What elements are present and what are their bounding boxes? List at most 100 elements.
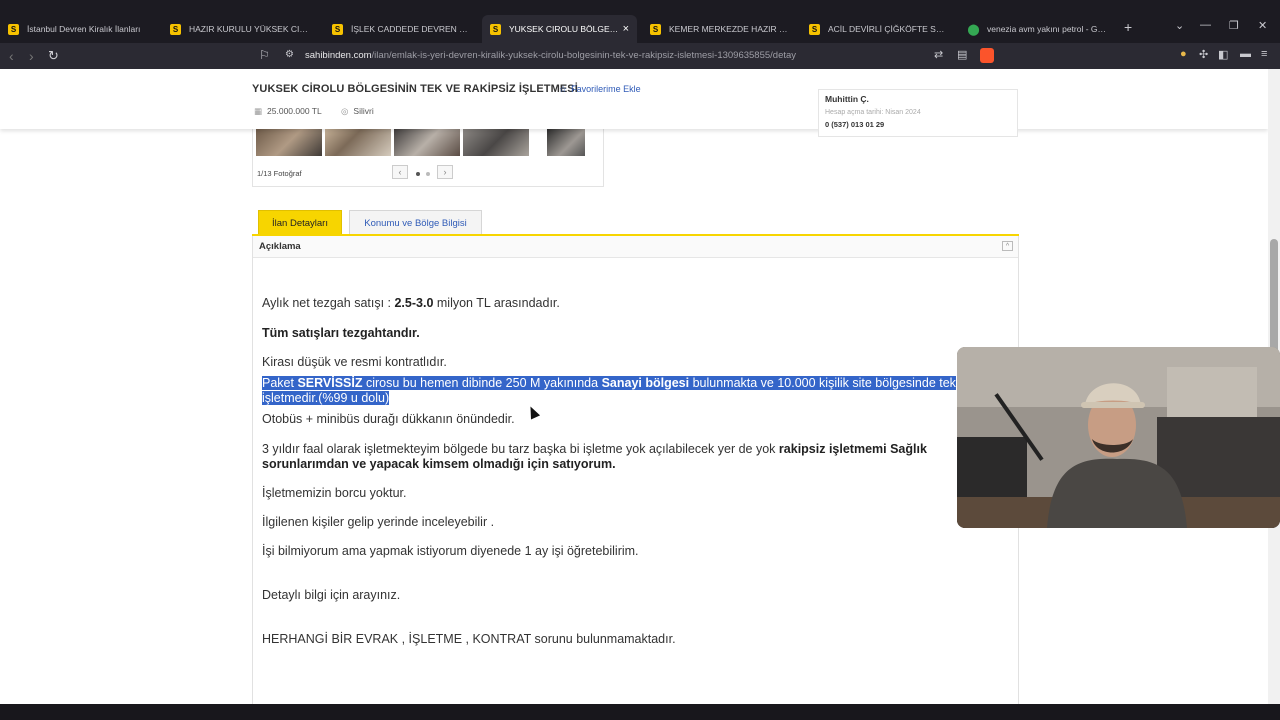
sahibinden-favicon-icon: S: [8, 23, 19, 35]
description-line: İlgilenen kişiler gelip yerinde inceleye…: [262, 515, 494, 529]
description-line: 3 yıldır faal olarak işletmekteyim bölge…: [262, 442, 927, 456]
description-title: Açıklama: [259, 241, 301, 252]
tab-title: İstanbul Devren Kiralık İlanları: [27, 24, 141, 34]
tab-title: HAZIR KURULU YÜKSEK CIROLU DÖNER: [189, 24, 309, 34]
browser-tab[interactable]: ⬤ venezia avm yakını petrol - Google M: [960, 15, 1115, 43]
webcam-overlay: [957, 347, 1280, 528]
sahibinden-favicon-icon: S: [490, 23, 501, 35]
text: İşi bilmiyorum ama yapmak istiyorum diye…: [262, 544, 639, 558]
description-line: Otobüs + minibüs durağı dükkanın önünded…: [262, 412, 515, 426]
sahibinden-favicon-icon: S: [170, 23, 181, 35]
description-header: Açıklama ^: [253, 236, 1018, 258]
translate-icon[interactable]: ⇄: [934, 48, 943, 61]
gallery-prev-button[interactable]: ‹: [392, 165, 408, 179]
text: Paket: [262, 376, 298, 390]
tab-listing-details[interactable]: İlan Detayları: [258, 210, 342, 235]
url-domain: sahibinden.com: [305, 50, 372, 61]
description-line: Detaylı bilgi için arayınız.: [262, 588, 400, 602]
price-value: 25.000.000 TL: [267, 106, 322, 116]
gallery-thumbnail[interactable]: [463, 128, 529, 156]
description-line: Kirası düşük ve resmi kontratlıdır.: [262, 355, 447, 369]
sidebar-icon[interactable]: ◧: [1218, 48, 1228, 61]
collapse-icon[interactable]: ^: [1002, 241, 1013, 251]
url-path: /ilan/emlak-is-yeri-devren-kiralik-yukse…: [371, 50, 797, 61]
browser-tab[interactable]: S HAZIR KURULU YÜKSEK CIROLU DÖNER: [162, 15, 317, 43]
tab-title: YUKSEK CIROLU BÖLGESININ TEK VE: [509, 24, 619, 34]
tab-location-info[interactable]: Konumu ve Bölge Bilgisi: [349, 210, 482, 235]
star-icon: ☆: [559, 84, 568, 94]
photo-gallery: 1/13 Fotoğraf ‹ ›: [252, 119, 604, 187]
text: Detaylı bilgi için arayınız.: [262, 588, 401, 602]
close-window-icon[interactable]: ✕: [1258, 19, 1267, 32]
selected-text: işletmedir.(%99 u dolu): [262, 391, 390, 405]
tab-title: ACİL DEVİRLİ ÇİĞKÖFTE SALONU - D: [828, 24, 948, 34]
vpn-icon[interactable]: ▬: [1240, 48, 1251, 60]
bottom-strip: [0, 704, 1280, 720]
gallery-thumbnail[interactable]: [547, 128, 585, 156]
bookmark-icon[interactable]: ⚐: [259, 48, 270, 62]
new-tab-icon[interactable]: +: [1124, 19, 1132, 35]
sahibinden-favicon-icon: S: [650, 23, 661, 35]
text: Aylık net tezgah satışı :: [262, 296, 395, 310]
url-field[interactable]: sahibinden.com/ilan/emlak-is-yeri-devren…: [305, 50, 796, 61]
description-line: sorunlarımdan ve yapacak kimsem olmadığı…: [262, 457, 616, 471]
gallery-thumbnail[interactable]: [256, 128, 322, 156]
tab-close-icon[interactable]: ×: [623, 23, 629, 35]
text: 3 yıldır faal olarak işletmekteyim bölge…: [262, 442, 779, 456]
description-line: Tüm satışları tezgahtandır.: [262, 326, 420, 340]
location-value: Silivri: [353, 106, 374, 116]
text: milyon TL arasındadır.: [433, 296, 560, 310]
wallet-icon[interactable]: ●: [1180, 48, 1187, 60]
text-bold: rakipsiz işletmemi Sağlık: [778, 442, 927, 456]
browser-tab[interactable]: S KEMER MERKEZDE HAZIR KURULU CAFE: [642, 15, 797, 43]
tab-list-icon[interactable]: ⌄: [1175, 19, 1184, 32]
minimize-icon[interactable]: —: [1200, 19, 1211, 31]
site-info-icon[interactable]: ⚙: [285, 49, 294, 60]
add-favorite-label: Favorilerime Ekle: [571, 84, 641, 94]
seller-name[interactable]: Muhittin Ç.: [825, 94, 1011, 104]
add-favorite-link[interactable]: ☆ Favorilerime Ekle: [559, 84, 641, 95]
browser-tab[interactable]: S İŞLEK CADDEDE DEVREN KİRALIK KAFE: [324, 15, 479, 43]
text: cirosu bu hemen dibinde 250 M yakınında: [362, 376, 602, 390]
text-bold: SERVİSSİZ: [297, 376, 363, 390]
gallery-dot[interactable]: [416, 172, 420, 176]
text: Kirası düşük ve resmi kontratlıdır.: [262, 355, 447, 369]
text: bulunmakta ve 10.000 kişilik site bölges…: [689, 376, 956, 390]
gallery-dot[interactable]: [426, 172, 430, 176]
listing-sticky-header: YUKSEK CİROLU BÖLGESİNİN TEK VE RAKİPSİZ…: [0, 69, 1268, 129]
text: Otobüs + minibüs durağı dükkanın önünded…: [262, 412, 515, 426]
text: HERHANGİ BİR EVRAK , İŞLETME , KONTRAT s…: [262, 632, 676, 646]
brave-shields-icon[interactable]: [980, 48, 994, 63]
maximize-icon[interactable]: ❐: [1229, 19, 1239, 32]
gallery-thumbnail[interactable]: [325, 128, 391, 156]
description-line: Aylık net tezgah satışı : 2.5-3.0 milyon…: [262, 296, 560, 310]
browser-tab[interactable]: S ACİL DEVİRLİ ÇİĞKÖFTE SALONU - D: [801, 15, 956, 43]
reader-mode-icon[interactable]: ▤: [957, 48, 967, 61]
text-bold: 2.5-3.0: [394, 296, 434, 310]
listing-price: ▦ 25.000.000 TL: [254, 106, 322, 117]
text: İşletmemizin borcu yoktur.: [262, 486, 407, 500]
description-line: İşi bilmiyorum ama yapmak istiyorum diye…: [262, 544, 639, 558]
sahibinden-favicon-icon: S: [332, 23, 343, 35]
listing-title: YUKSEK CİROLU BÖLGESİNİN TEK VE RAKİPSİZ…: [252, 83, 578, 95]
reload-icon[interactable]: ↻: [48, 48, 59, 64]
text-bold: sorunlarımdan ve yapacak kimsem olmadığı…: [262, 457, 616, 471]
price-tag-icon: ▦: [254, 106, 263, 116]
seller-card: Muhittin Ç. Hesap açma tarihi: Nisan 202…: [818, 89, 1018, 137]
photo-count: 1/13 Fotoğraf: [257, 169, 302, 178]
forward-icon[interactable]: ›: [29, 48, 34, 64]
extensions-icon[interactable]: ✣: [1199, 48, 1208, 61]
description-line-selected: Paket SERVİSSİZ cirosu bu hemen dibinde …: [262, 376, 956, 390]
tab-title: KEMER MERKEZDE HAZIR KURULU CAFE: [669, 24, 789, 34]
description-line: İşletmemizin borcu yoktur.: [262, 486, 407, 500]
gallery-next-button[interactable]: ›: [437, 165, 453, 179]
back-icon[interactable]: ‹: [9, 48, 14, 64]
menu-icon[interactable]: ≡: [1261, 48, 1267, 60]
tab-title: İŞLEK CADDEDE DEVREN KİRALIK KAFE: [351, 24, 471, 34]
seller-phone: 0 (537) 013 01 29: [825, 120, 885, 129]
webcam-person-image: [957, 347, 1280, 528]
gallery-thumbnail[interactable]: [394, 128, 460, 156]
browser-tab-active[interactable]: S YUKSEK CIROLU BÖLGESININ TEK VE ×: [482, 15, 637, 43]
selected-text: Paket SERVİSSİZ cirosu bu hemen dibinde …: [262, 376, 956, 390]
browser-tab[interactable]: S İstanbul Devren Kiralık İlanları: [0, 15, 155, 43]
